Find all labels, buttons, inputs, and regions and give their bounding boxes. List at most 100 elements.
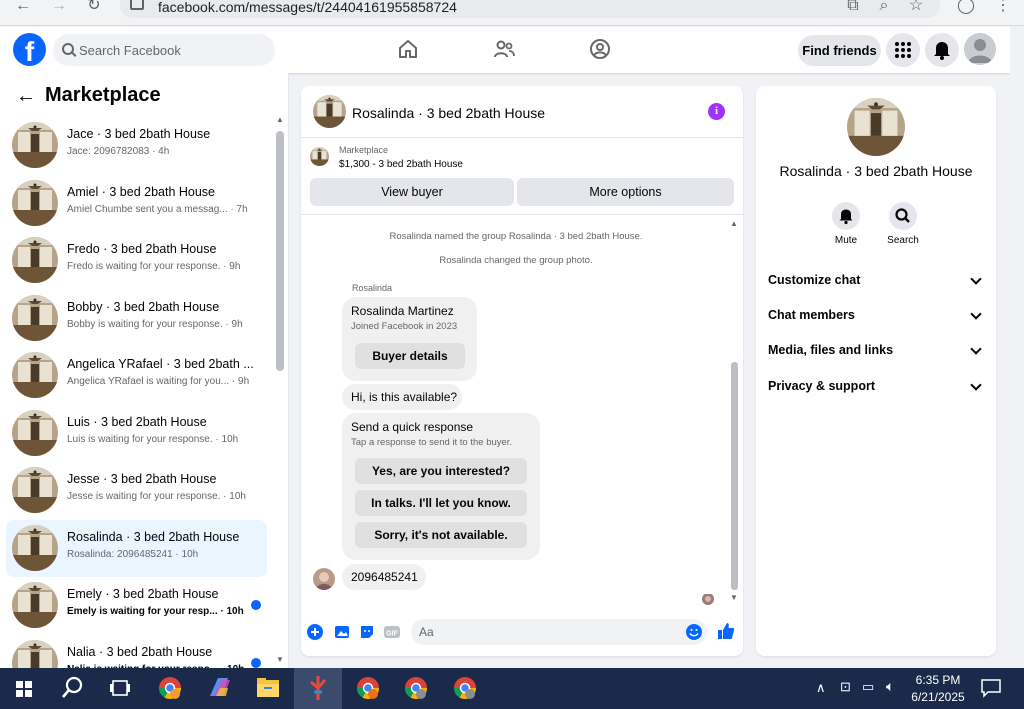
search-input[interactable] [79, 34, 269, 66]
forward-icon[interactable]: → [48, 0, 70, 18]
site-info-icon[interactable] [130, 0, 144, 10]
home-icon[interactable] [396, 37, 420, 61]
conversation-name: Amiel · 3 bed 2bath House [67, 184, 216, 199]
browser-menu-icon[interactable]: ⋮ [992, 0, 1014, 18]
clock-time[interactable]: 6:35 PM [903, 673, 973, 687]
network-icon[interactable]: ▭ [862, 679, 874, 695]
chrome-profile-icon[interactable] [344, 668, 392, 709]
message-text: 2096485241 [351, 570, 418, 584]
quick-reply-yes-button[interactable]: Yes, are you interested? [355, 458, 527, 484]
chevron-down-icon [970, 379, 982, 391]
scroll-down-icon[interactable]: ▼ [730, 593, 738, 602]
chat-title[interactable]: Rosalinda · 3 bed 2bath House [352, 105, 545, 121]
details-avatar[interactable] [847, 98, 905, 156]
back-arrow-icon[interactable]: ← [16, 85, 36, 108]
scroll-up-icon[interactable]: ▲ [730, 219, 738, 228]
buyer-details-button[interactable]: Buyer details [355, 343, 465, 369]
app-icon [310, 676, 327, 700]
task-view-icon[interactable] [96, 668, 144, 709]
facebook-search[interactable] [53, 34, 275, 66]
profile-icon[interactable]: ◯ [955, 0, 977, 18]
house-photo-icon [12, 639, 58, 668]
scroll-down-icon[interactable]: ▼ [276, 655, 284, 664]
quick-reply-unavailable-button[interactable]: Sorry, it's not available. [355, 522, 527, 548]
reload-icon[interactable]: ↻ [83, 0, 105, 18]
list-title: Marketplace [45, 84, 161, 106]
windows-start-icon[interactable] [0, 668, 48, 709]
meet-now-icon[interactable]: ⊡ [840, 679, 851, 695]
media-files-row[interactable]: Media, files and links [768, 340, 986, 364]
conversation-item[interactable]: Jesse · 3 bed 2bath House Jesse is waitin… [6, 462, 267, 519]
sender-avatar[interactable] [313, 568, 335, 590]
conversation-item[interactable]: Luis · 3 bed 2bath House Luis is waiting … [6, 405, 267, 462]
quick-reply-talks-button[interactable]: In talks. I'll let you know. [355, 490, 527, 516]
chrome-icon[interactable] [146, 668, 194, 709]
conversation-item[interactable]: Jace · 3 bed 2bath House Jace: 2096782083… [6, 117, 267, 174]
conversation-item[interactable]: Bobby · 3 bed 2bath House Bobby is waitin… [6, 290, 267, 347]
search-icon[interactable] [48, 668, 96, 709]
house-photo-icon [12, 582, 58, 628]
chat-scrollbar[interactable] [731, 362, 738, 590]
photo-icon[interactable] [333, 623, 351, 641]
chat-members-row[interactable]: Chat members [768, 305, 986, 329]
zoom-icon[interactable]: ⌕ [873, 0, 895, 18]
bell-icon [839, 209, 853, 225]
privacy-support-row[interactable]: Privacy & support [768, 376, 986, 400]
conversation-item[interactable]: Emely · 3 bed 2bath House Emely is waitin… [6, 577, 267, 634]
active-app-tile[interactable] [294, 668, 342, 709]
gif-icon[interactable]: GIF [383, 623, 401, 641]
conversation-item[interactable]: Fredo · 3 bed 2bath House Fredo is waitin… [6, 232, 267, 289]
url-text[interactable]: facebook.com/messages/t/2440416195585872… [158, 0, 457, 15]
message-input[interactable] [419, 619, 679, 645]
conversation-item[interactable]: Amiel · 3 bed 2bath House Amiel Chumbe se… [6, 175, 267, 232]
more-options-button[interactable]: More options [517, 178, 734, 206]
notifications-button[interactable] [925, 33, 959, 67]
info-icon[interactable]: i [708, 103, 725, 120]
chrome-profile-icon[interactable] [441, 668, 489, 709]
emoji-icon[interactable] [685, 623, 703, 641]
conversation-item[interactable]: Angelica YRafael · 3 bed 2bath ... Angeli… [6, 347, 267, 404]
browser-toolbar: ← → ↻ facebook.com/messages/t/2440416195… [0, 0, 1024, 26]
unread-dot [251, 657, 261, 668]
clock-date[interactable]: 6/21/2025 [903, 690, 973, 704]
conversation-name: Emely · 3 bed 2bath House [67, 587, 219, 601]
house-photo-icon [12, 237, 58, 283]
bookmark-star-icon[interactable]: ☆ [905, 0, 927, 18]
groups-icon[interactable] [588, 37, 612, 61]
list-scrollbar[interactable] [276, 131, 284, 371]
chrome-profile-icon[interactable] [392, 668, 440, 709]
scroll-up-icon[interactable]: ▲ [276, 115, 284, 124]
conversation-name: Jesse · 3 bed 2bath House [67, 472, 217, 486]
conversation-name: Bobby · 3 bed 2bath House [67, 299, 220, 314]
facebook-logo[interactable]: f [13, 33, 46, 66]
menu-grid-button[interactable] [886, 33, 920, 67]
message-bubble[interactable]: Hi, is this available? [342, 384, 462, 410]
customize-chat-row[interactable]: Customize chat [768, 270, 986, 294]
conversation-item[interactable]: Nalia · 3 bed 2bath HouseNalia is waitin… [6, 635, 267, 668]
thumbs-up-icon[interactable] [716, 621, 736, 641]
tray-chevron-icon[interactable]: ∧ [816, 680, 826, 696]
find-friends-button[interactable]: Find friends [798, 35, 881, 66]
conversation-avatar [12, 122, 58, 168]
file-explorer-icon[interactable] [244, 668, 292, 709]
conversation-item[interactable]: Rosalinda · 3 bed 2bath House Rosalinda: … [6, 519, 267, 577]
copilot-icon[interactable] [196, 668, 244, 709]
page-scrollbar[interactable] [1010, 27, 1024, 668]
account-avatar[interactable] [964, 33, 996, 65]
view-buyer-button[interactable]: View buyer [310, 178, 514, 206]
conversation-preview: Angelica YRafael is waiting for you... ·… [67, 376, 250, 387]
friends-icon[interactable] [492, 37, 516, 61]
notification-center-icon[interactable] [980, 678, 1002, 698]
volume-icon[interactable]: 🔈︎ [886, 678, 894, 695]
address-bar[interactable]: facebook.com/messages/t/2440416195585872… [120, 0, 940, 18]
message-composer[interactable] [411, 619, 707, 645]
back-icon[interactable]: ← [12, 0, 34, 18]
mute-button[interactable] [832, 202, 860, 230]
divider [301, 214, 743, 215]
chat-avatar[interactable] [313, 95, 346, 128]
install-app-icon[interactable]: ⧉ [842, 0, 864, 18]
message-bubble[interactable]: 2096485241 [342, 564, 426, 590]
sticker-icon[interactable] [358, 623, 376, 641]
plus-icon[interactable] [306, 623, 324, 641]
search-button[interactable] [889, 202, 917, 230]
